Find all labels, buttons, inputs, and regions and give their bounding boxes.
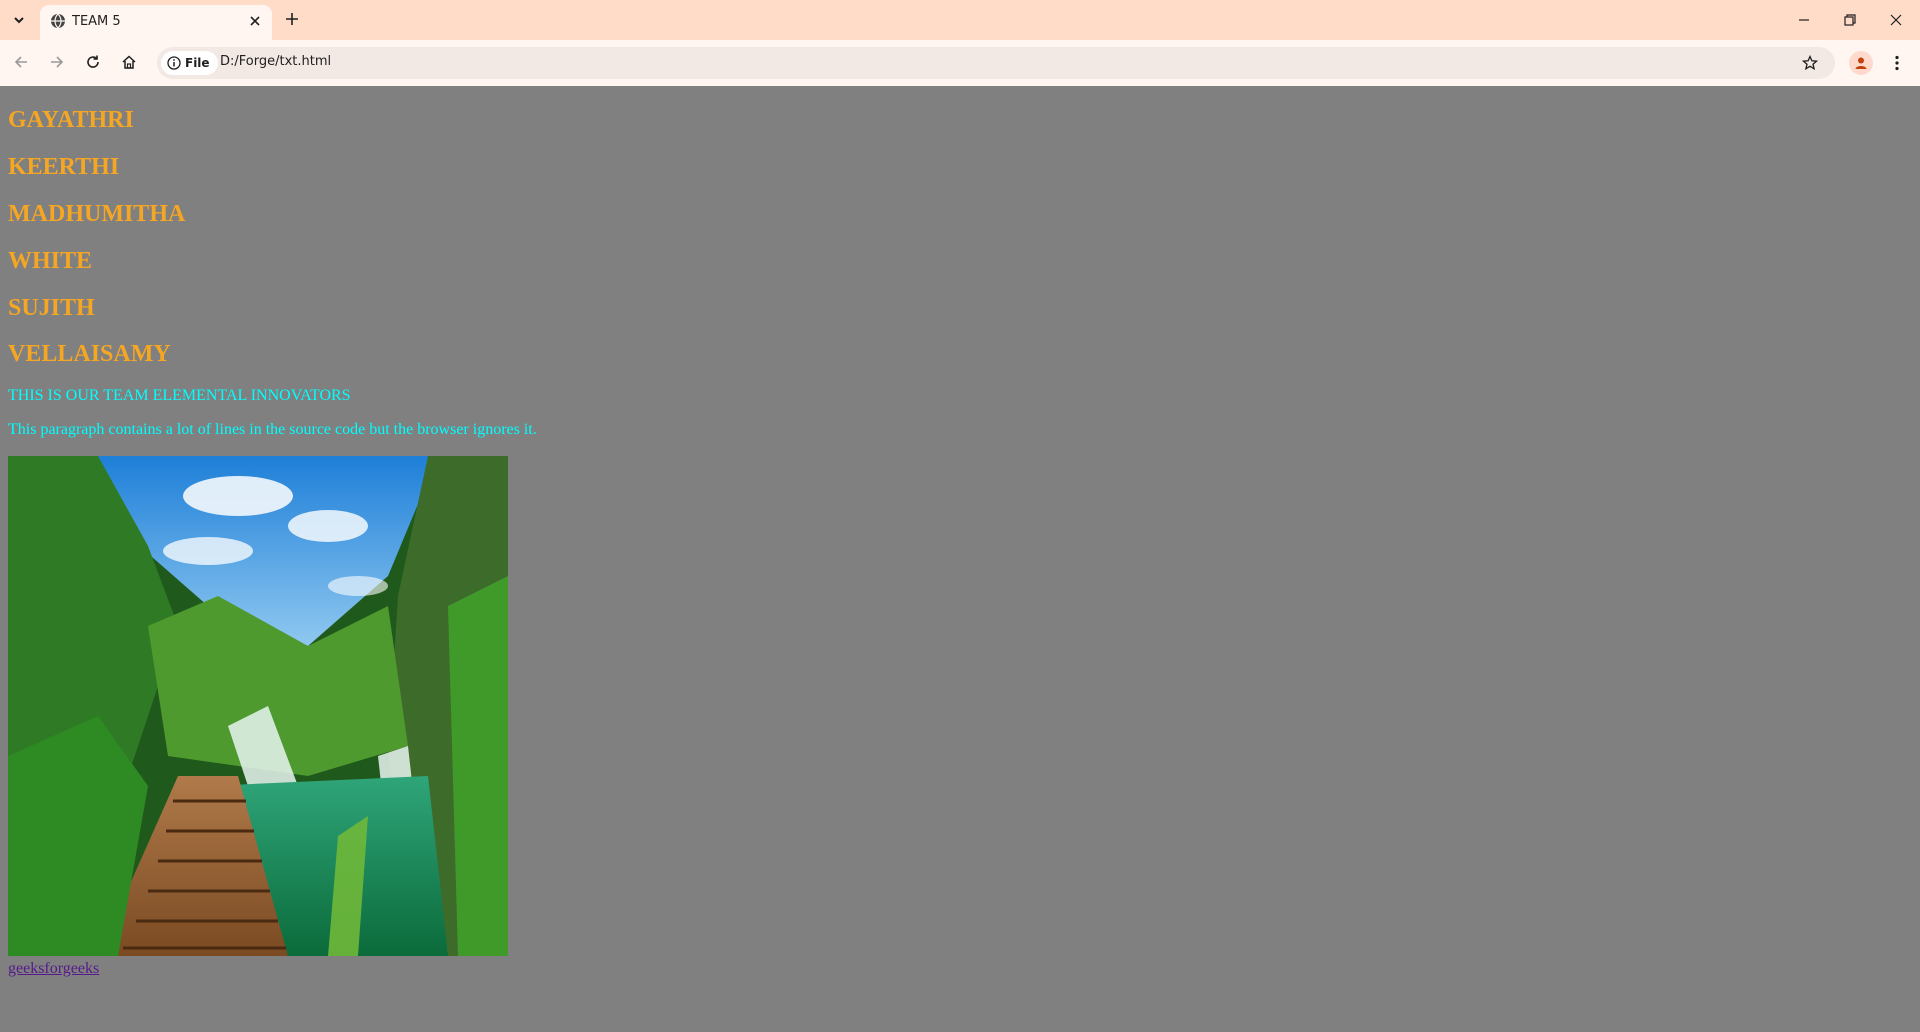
url-text[interactable]: D:/Forge/txt.html [220, 54, 331, 69]
home-icon [122, 55, 136, 69]
plus-icon [286, 13, 298, 25]
profile-icon [1855, 57, 1867, 69]
tab-title: TEAM 5 [72, 14, 121, 29]
team-member-name: MADHUMITHA [8, 201, 186, 227]
close-icon [250, 16, 260, 26]
profile-button[interactable] [1849, 51, 1873, 75]
forward-button[interactable] [45, 50, 69, 74]
team-member-name: SUJITH [8, 295, 95, 321]
browser-chrome: TEAM 5 File D:/Forge/txt.html [0, 0, 1920, 86]
restore-button[interactable] [1840, 10, 1860, 30]
home-button[interactable] [117, 50, 141, 74]
page-content: GAYATHRI KEERTHI MADHUMITHA WHITE SUJITH… [0, 86, 1920, 1032]
reload-button[interactable] [81, 50, 105, 74]
address-bar[interactable]: File D:/Forge/txt.html [157, 47, 1835, 79]
tab-close-button[interactable] [246, 12, 264, 30]
tab-search-icon [14, 17, 24, 24]
tab-strip: TEAM 5 [0, 0, 1920, 40]
site-info-chip[interactable]: File [161, 51, 218, 75]
close-icon [1890, 14, 1902, 26]
minimize-icon [1799, 19, 1809, 21]
team-member-name: GAYATHRI [8, 107, 134, 133]
paragraph-text: This paragraph contains a lot of lines i… [8, 421, 537, 438]
browser-menu-button[interactable] [1885, 51, 1909, 75]
team-member-name: KEERTHI [8, 154, 120, 180]
star-icon [1802, 55, 1818, 71]
team-member-name: WHITE [8, 248, 93, 274]
back-icon [14, 56, 27, 68]
reload-icon [87, 55, 99, 68]
kebab-menu-icon [1895, 55, 1899, 71]
tab-search-button[interactable] [6, 8, 32, 32]
browser-toolbar: File D:/Forge/txt.html [0, 40, 1920, 86]
team-member-name: VELLAISAMY [8, 341, 171, 367]
new-tab-button[interactable] [282, 8, 302, 30]
security-chip-label: File [185, 56, 210, 70]
bookmark-button[interactable] [1799, 52, 1821, 74]
forward-icon [51, 56, 64, 68]
back-button[interactable] [9, 50, 33, 74]
window-close-button[interactable] [1886, 10, 1906, 30]
minimize-button[interactable] [1794, 10, 1814, 30]
geeksforgeeks-link[interactable]: geeksforgeeks [8, 960, 99, 978]
nature-photo [8, 456, 508, 956]
globe-icon [51, 13, 65, 29]
restore-icon [1844, 14, 1856, 26]
info-icon [167, 56, 181, 70]
active-tab[interactable]: TEAM 5 [40, 5, 272, 40]
team-description: THIS IS OUR TEAM ELEMENTAL INNOVATORS [8, 387, 351, 404]
